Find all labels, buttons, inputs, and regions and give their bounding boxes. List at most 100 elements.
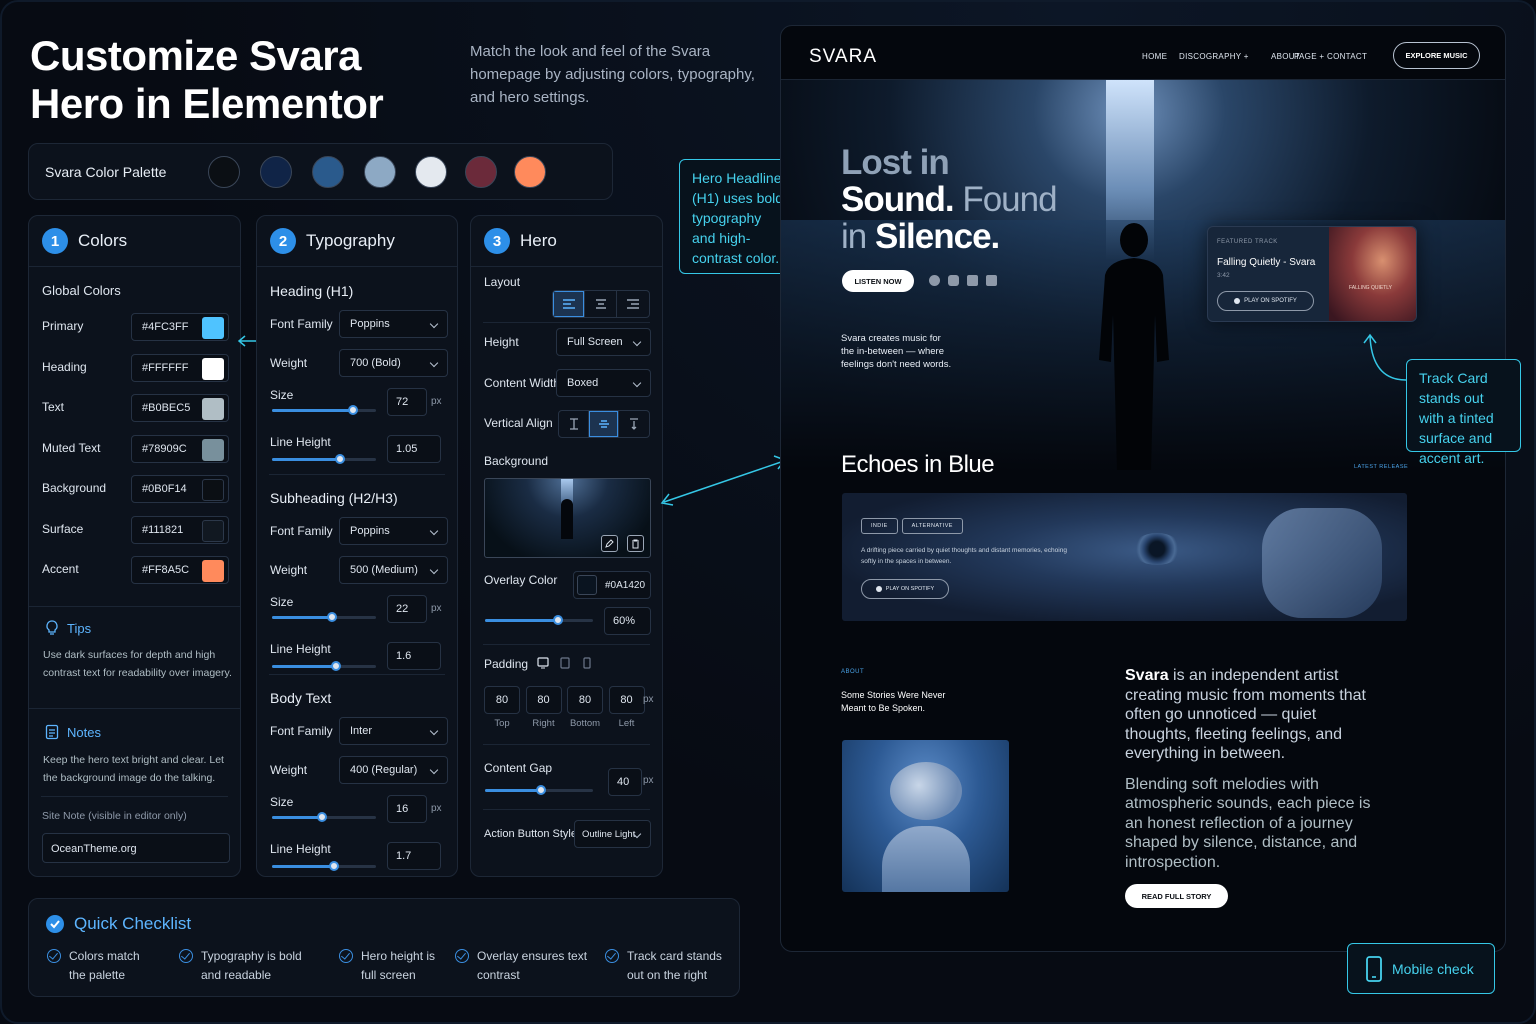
size-input[interactable]: 22 <box>387 595 427 623</box>
weight-select[interactable]: 700 (Bold) <box>339 349 448 377</box>
release-banner[interactable]: INDIE ALTERNATIVE A drifting piece carrie… <box>842 493 1407 621</box>
checklist-item[interactable]: Track card stands out on the right <box>605 947 735 985</box>
mobile-check-button[interactable]: Mobile check <box>1347 943 1495 994</box>
padding-input[interactable]: 80 <box>525 686 562 714</box>
nav-link[interactable]: PAGE + <box>1294 52 1324 61</box>
palette-swatch[interactable] <box>465 156 497 188</box>
color-hex-input[interactable]: #B0BEC5 <box>131 394 229 422</box>
action-button-style-select[interactable]: Outline Light <box>574 820 651 848</box>
checklist-item[interactable]: Overlay ensures text contrast <box>455 947 590 985</box>
read-full-story-button[interactable]: READ FULL STORY <box>1125 884 1228 908</box>
color-hex-input[interactable]: #78909C <box>131 434 229 463</box>
color-chip[interactable] <box>202 398 224 420</box>
release-eye <box>1132 533 1182 565</box>
line-height-slider[interactable] <box>272 661 376 671</box>
color-chip[interactable] <box>202 317 224 339</box>
padding-input[interactable]: 80 <box>484 686 520 714</box>
explore-music-button[interactable]: EXPLORE MUSIC <box>1393 42 1480 69</box>
checklist-item-label: Colors match the palette <box>69 949 140 982</box>
overlay-opacity-input[interactable]: 60% <box>604 607 651 635</box>
valign-top-button[interactable] <box>559 411 589 437</box>
release-tag[interactable]: ALTERNATIVE <box>901 518 963 534</box>
color-hex-input[interactable]: #FFFFFF <box>131 353 229 382</box>
valign-bottom-button[interactable] <box>619 411 649 437</box>
layout-right-button[interactable] <box>617 291 649 317</box>
slider-handle[interactable] <box>334 454 345 464</box>
palette-swatch[interactable] <box>260 156 292 188</box>
size-slider[interactable] <box>272 612 376 622</box>
color-chip[interactable] <box>202 519 224 542</box>
weight-select[interactable]: 500 (Medium) <box>339 556 448 584</box>
palette-swatch[interactable] <box>514 156 546 188</box>
font-family-select[interactable]: Poppins <box>339 310 448 338</box>
site-note-input[interactable]: OceanTheme.org <box>42 833 230 863</box>
size-slider[interactable] <box>272 405 376 415</box>
mobile-check-label: Mobile check <box>1392 960 1474 977</box>
weight-select[interactable]: 400 (Regular) <box>339 756 448 784</box>
font-family-select[interactable]: Inter <box>339 717 448 745</box>
slider-handle[interactable] <box>327 612 338 622</box>
palette-swatch[interactable] <box>415 156 447 188</box>
height-select[interactable]: Full Screen <box>556 328 651 356</box>
colors-panel-title: Colors <box>78 231 128 250</box>
slider-handle[interactable] <box>329 861 340 871</box>
line-height-input[interactable]: 1.05 <box>387 435 441 463</box>
color-hex-input[interactable]: #111821 <box>131 515 229 544</box>
delete-image-button[interactable] <box>627 535 644 552</box>
slider-handle[interactable] <box>553 615 564 625</box>
slider-handle[interactable] <box>316 812 327 822</box>
mobile-icon[interactable] <box>581 657 593 669</box>
slider-handle[interactable] <box>348 405 359 415</box>
layout-center-button[interactable] <box>585 291 617 317</box>
content-gap-input[interactable]: 40 <box>608 768 642 796</box>
color-chip[interactable] <box>202 357 224 380</box>
color-chip[interactable] <box>202 479 224 501</box>
palette-swatch[interactable] <box>312 156 344 188</box>
layout-left-button[interactable] <box>553 291 585 317</box>
line-height-input[interactable]: 1.7 <box>387 842 441 870</box>
nav-link[interactable]: CONTACT <box>1327 52 1367 61</box>
valign-middle-button[interactable] <box>589 411 619 437</box>
color-hex-input[interactable]: #0B0F14 <box>131 475 229 503</box>
slider-handle[interactable] <box>536 785 547 795</box>
track-play-button[interactable]: PLAY ON SPOTIFY <box>1217 291 1314 311</box>
release-play-button[interactable]: PLAY ON SPOTIFY <box>861 579 949 599</box>
font-family-select[interactable]: Poppins <box>339 517 448 545</box>
size-slider[interactable] <box>272 812 376 822</box>
background-image-preview[interactable] <box>484 478 651 558</box>
line-height-slider[interactable] <box>272 454 376 464</box>
size-input[interactable]: 72 <box>387 388 427 416</box>
nav-link[interactable]: HOME <box>1142 52 1167 61</box>
nav-link[interactable]: DISCOGRAPHY + <box>1179 52 1249 61</box>
slider-handle[interactable] <box>331 661 342 671</box>
checklist-item[interactable]: Typography is bold and readable <box>179 947 319 985</box>
color-hex-input[interactable]: #FF8A5C <box>131 556 229 584</box>
color-chip[interactable] <box>202 438 224 461</box>
size-input[interactable]: 16 <box>387 795 427 823</box>
padding-input[interactable]: 80 <box>567 686 603 714</box>
tablet-icon[interactable] <box>559 657 571 669</box>
desktop-icon[interactable] <box>537 657 549 669</box>
overlay-color-input[interactable]: #0A1420 <box>573 571 651 599</box>
line-height-input[interactable]: 1.6 <box>387 642 441 670</box>
palette-swatch[interactable] <box>364 156 396 188</box>
spotify-icon[interactable] <box>929 275 940 286</box>
color-hex-input[interactable]: #4FC3FF <box>131 313 229 341</box>
checklist-item[interactable]: Colors match the palette <box>47 947 157 985</box>
youtube-icon[interactable] <box>986 275 997 286</box>
featured-track-card[interactable]: FEATURED TRACK Falling Quietly - Svara 3… <box>1207 226 1417 322</box>
checklist-item[interactable]: Hero height is full screen <box>339 947 439 985</box>
soundcloud-icon[interactable] <box>948 275 959 286</box>
listen-now-button[interactable]: LISTEN NOW <box>842 270 914 292</box>
release-tag[interactable]: INDIE <box>861 518 898 534</box>
content-gap-slider[interactable] <box>485 785 593 795</box>
padding-input[interactable]: 80 <box>608 686 645 714</box>
palette-swatch[interactable] <box>208 156 240 188</box>
content-width-select[interactable]: Boxed <box>556 369 651 397</box>
edit-image-button[interactable] <box>601 535 618 552</box>
overlay-opacity-slider[interactable] <box>485 615 593 625</box>
color-chip[interactable] <box>202 560 224 582</box>
bandcamp-icon[interactable] <box>967 275 978 286</box>
site-logo[interactable]: SVARA <box>809 46 877 68</box>
line-height-slider[interactable] <box>272 861 376 871</box>
